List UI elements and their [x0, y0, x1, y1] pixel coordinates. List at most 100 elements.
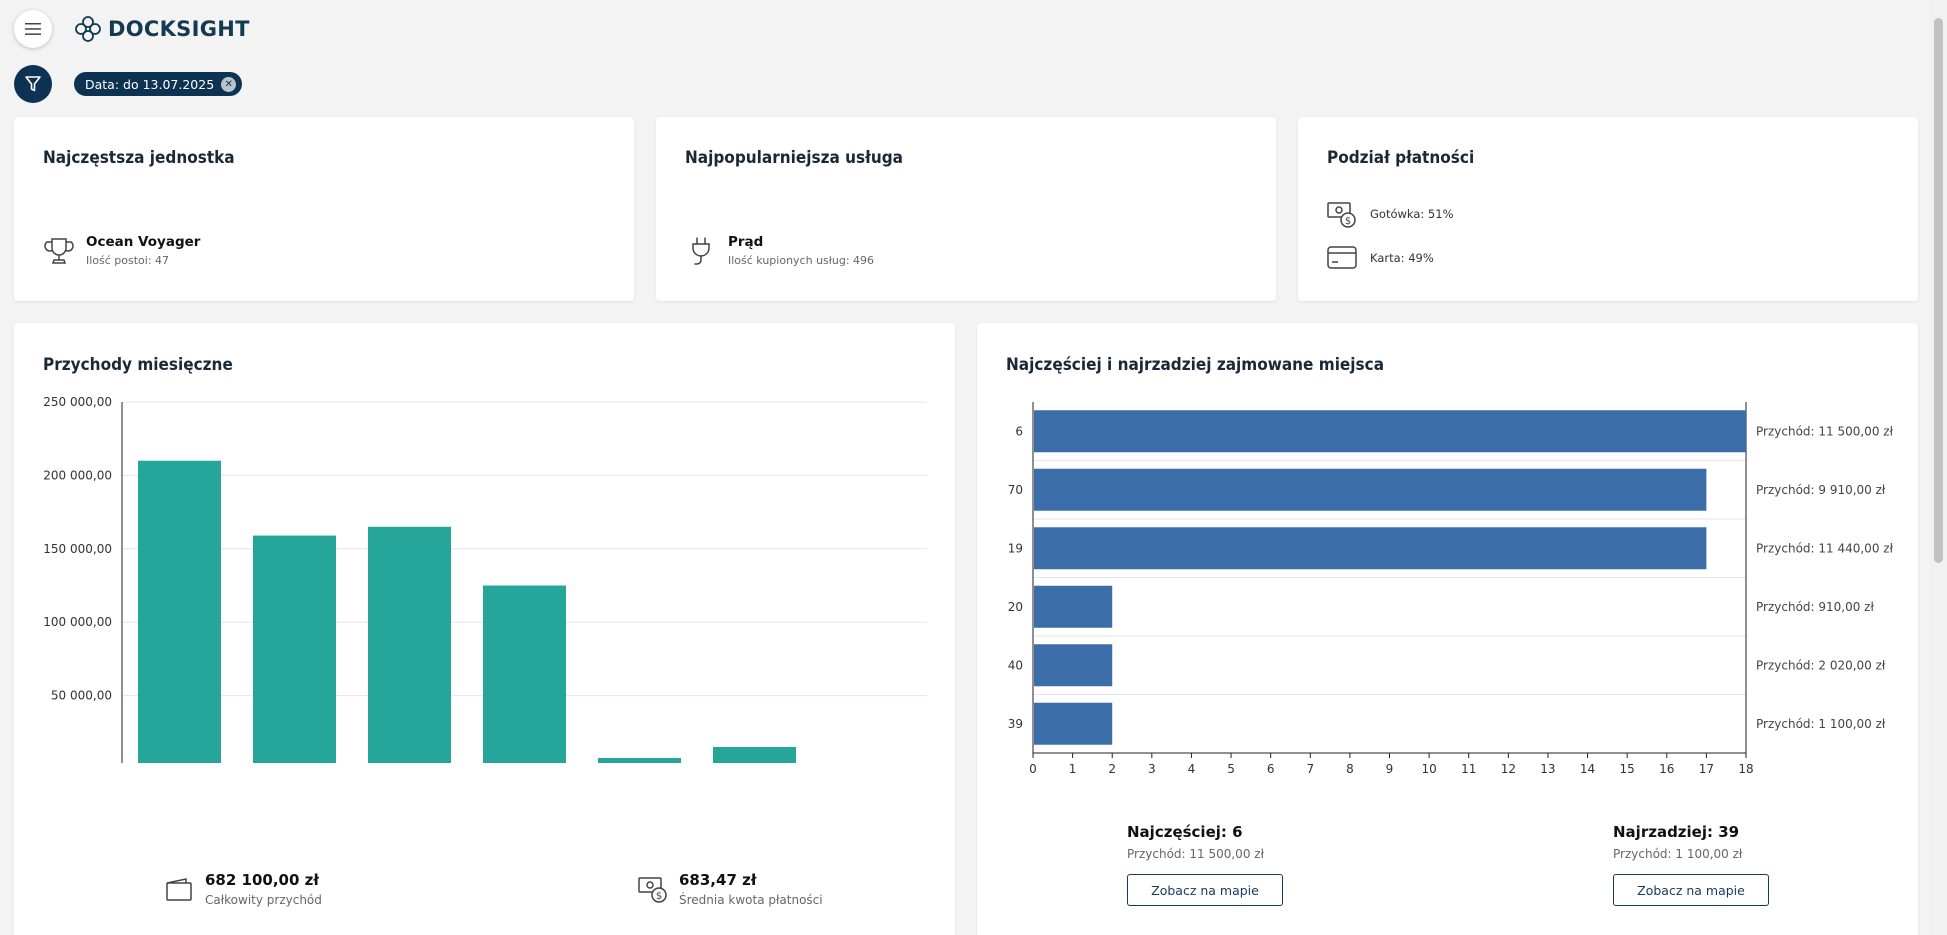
- cash-share: Gotówka: 51%: [1370, 207, 1454, 221]
- card-title: Najczęstsza jednostka: [43, 148, 235, 168]
- menu-button[interactable]: [14, 10, 52, 48]
- page-scrollbar[interactable]: [1930, 0, 1947, 935]
- revenue-bar: [713, 746, 796, 763]
- y-tick-label: 19: [1008, 541, 1023, 555]
- spot-bar: [1034, 702, 1113, 745]
- most-frequent-revenue: Przychód: 11 500,00 zł: [1127, 847, 1264, 861]
- cash-icon: $: [638, 877, 667, 903]
- most-frequent-title: Najczęściej: 6: [1127, 823, 1243, 841]
- y-tick-label: 0,00: [85, 762, 112, 763]
- service-name: Prąd: [728, 234, 764, 250]
- least-frequent-revenue: Przychód: 1 100,00 zł: [1613, 847, 1743, 861]
- revenue-bar: [138, 460, 221, 763]
- spot-bar: [1034, 644, 1113, 687]
- most-frequent-unit-card: Najczęstsza jednostka Ocean Voyager Iloś…: [14, 117, 634, 301]
- total-revenue-value: 682 100,00 zł: [205, 871, 319, 889]
- y-tick-label: 40: [1008, 658, 1023, 672]
- cash-row: $ Gotówka: 51%: [1327, 199, 1454, 229]
- most-frequent-spot: Najczęściej: 6 Przychód: 11 500,00 zł Zo…: [1127, 823, 1283, 906]
- x-tick-label: 18: [1738, 762, 1753, 776]
- x-tick-label: 7: [1306, 762, 1314, 776]
- card-title: Podział płatności: [1327, 148, 1475, 168]
- payment-split-card: Podział płatności $ Gotówka: 51% Karta: …: [1298, 117, 1918, 301]
- app-logo[interactable]: DOCKSIGHT: [74, 15, 250, 43]
- revenue-bar: [598, 757, 681, 763]
- x-tick-label: 2: [1108, 762, 1116, 776]
- credit-card-icon: [1327, 246, 1357, 269]
- total-revenue-summary: 682 100,00 zł Całkowity przychód: [164, 871, 322, 907]
- least-frequent-map-button[interactable]: Zobacz na mapie: [1613, 874, 1769, 906]
- occupied-spots-card: Najczęściej i najrzadziej zajmowane miej…: [977, 323, 1918, 935]
- most-frequent-map-button[interactable]: Zobacz na mapie: [1127, 874, 1283, 906]
- y-tick-label: 250 000,00: [43, 395, 112, 409]
- y-tick-label: 20: [1008, 600, 1023, 614]
- hamburger-icon: [25, 23, 41, 35]
- x-tick-label: 17: [1699, 762, 1714, 776]
- card-title: Najpopularniejsza usługa: [685, 148, 903, 168]
- scrollbar-thumb[interactable]: [1934, 18, 1943, 563]
- svg-text:$: $: [1345, 216, 1351, 227]
- service-count: Ilość kupionych usług: 496: [728, 254, 875, 267]
- x-tick-label: 1: [1069, 762, 1077, 776]
- bar-revenue-label: Przychód: 11 500,00 zł: [1756, 424, 1894, 438]
- y-tick-label: 200 000,00: [43, 468, 112, 482]
- spot-bar: [1034, 468, 1707, 511]
- x-tick-label: 12: [1501, 762, 1516, 776]
- x-tick-label: 3: [1148, 762, 1156, 776]
- x-tick-label: 14: [1580, 762, 1595, 776]
- card-share: Karta: 49%: [1370, 251, 1434, 265]
- least-frequent-title: Najrzadziej: 39: [1613, 823, 1740, 841]
- y-tick-label: 39: [1008, 717, 1023, 731]
- revenue-bar: [368, 526, 451, 763]
- spot-bar: [1034, 585, 1113, 628]
- logo-icon: [75, 16, 101, 42]
- occupied-spots-chart: 6 Przychód: 11 500,00 zł70 Przychód: 9 910…: [1008, 402, 1894, 776]
- x-tick-label: 0: [1029, 762, 1037, 776]
- unit-name: Ocean Voyager: [86, 234, 201, 250]
- spot-bar: [1034, 527, 1707, 570]
- least-frequent-spot: Najrzadziej: 39 Przychód: 1 100,00 zł Zo…: [1613, 823, 1769, 906]
- x-tick-label: 10: [1421, 762, 1436, 776]
- date-filter-label: Data: do 13.07.2025: [85, 76, 215, 92]
- cash-icon: $: [1327, 202, 1356, 228]
- x-tick-label: 8: [1346, 762, 1354, 776]
- y-tick-label: 150 000,00: [43, 542, 112, 556]
- x-tick-label: 15: [1620, 762, 1635, 776]
- card-row: Karta: 49%: [1327, 243, 1434, 273]
- y-tick-label: 6: [1015, 424, 1023, 438]
- y-tick-label: 50 000,00: [51, 689, 112, 703]
- bar-revenue-label: Przychód: 9 910,00 zł: [1756, 483, 1886, 497]
- filter-button[interactable]: [14, 65, 52, 103]
- revenue-bar: [253, 535, 336, 763]
- date-filter-chip: Data: do 13.07.2025 ✕: [74, 72, 243, 96]
- x-tick-label: 4: [1188, 762, 1196, 776]
- trophy-icon: [44, 237, 74, 264]
- service-stat: Prąd Ilość kupionych usług: 496: [685, 234, 874, 267]
- y-tick-label: 100 000,00: [43, 615, 112, 629]
- total-revenue-label: Całkowity przychód: [205, 893, 322, 907]
- average-payment-summary: $ 683,47 zł Średnia kwota płatności: [638, 871, 823, 907]
- svg-text:$: $: [656, 891, 662, 902]
- funnel-icon: [25, 76, 41, 92]
- plug-icon: [692, 236, 710, 265]
- remove-filter-button[interactable]: ✕: [221, 76, 237, 92]
- spot-bar: [1034, 410, 1746, 453]
- average-payment-label: Średnia kwota płatności: [679, 893, 823, 907]
- wallet-icon: [166, 878, 192, 901]
- unit-stops: Ilość postoi: 47: [86, 254, 170, 267]
- top-bar: DOCKSIGHT: [14, 10, 250, 48]
- revenue-bar: [483, 585, 566, 763]
- bar-revenue-label: Przychód: 910,00 zł: [1756, 600, 1874, 614]
- x-tick-label: 13: [1540, 762, 1555, 776]
- monthly-revenue-chart: 0,00 50 000,00 100 000,00 150 000,00 200 000…: [43, 395, 927, 763]
- unit-stat: Ocean Voyager Ilość postoi: 47: [43, 234, 200, 267]
- x-tick-label: 11: [1461, 762, 1476, 776]
- bar-revenue-label: Przychód: 2 020,00 zł: [1756, 658, 1886, 672]
- x-tick-label: 6: [1267, 762, 1275, 776]
- most-popular-service-card: Najpopularniejsza usługa Prąd Ilość kupi…: [656, 117, 1276, 301]
- y-tick-label: 70: [1008, 483, 1023, 497]
- filter-row: Data: do 13.07.2025 ✕: [14, 65, 243, 103]
- bar-revenue-label: Przychód: 11 440,00 zł: [1756, 541, 1894, 555]
- monthly-revenue-card: Przychody miesięczne 0,0050 000,00100 00…: [14, 323, 955, 935]
- bar-revenue-label: Przychód: 1 100,00 zł: [1756, 717, 1886, 731]
